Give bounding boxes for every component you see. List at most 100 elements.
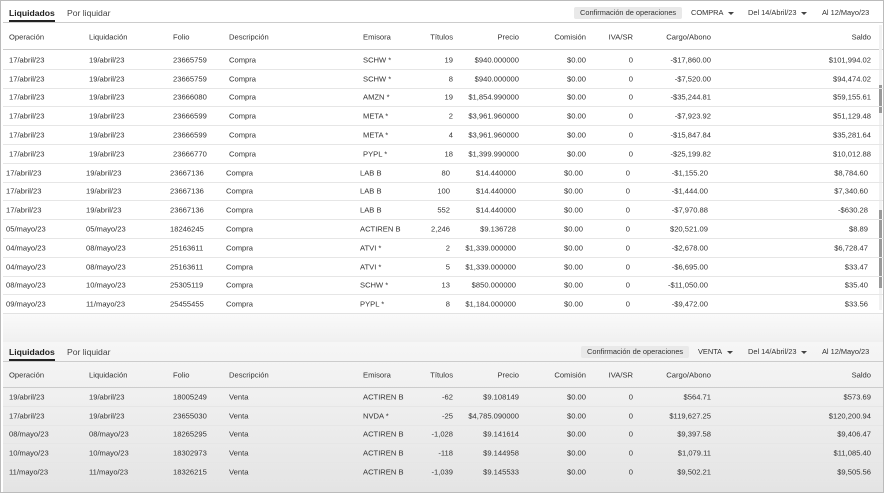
table-row[interactable]: 17/abril/23 19/abril/23 23667136 Compra LAB … [3,201,883,221]
fecha-inicio-value: Del 14/Abril/23 [748,347,797,356]
table-row[interactable]: 05/mayo/23 05/mayo/23 18246245 Compra ACTIRE… [3,220,883,239]
fecha-inicio-dropdown[interactable]: Del 14/Abril/23 [748,346,808,358]
column-header-comision: Comisión [554,370,586,379]
cell-descripcion: Compra [229,130,257,140]
tipo-operacion-dropdown[interactable]: COMPRA [691,7,735,19]
column-header-descripcion: Descripción [229,370,269,379]
cell-folio: 23655030 [173,411,207,421]
cell-precio: $4,785.090000 [468,411,519,421]
tab-bar: Liquidados Por liquidar Confirmación de … [3,342,883,362]
cell-iva-sr: 0 [625,224,630,234]
cell-cargo-abono: -$7,970.88 [671,205,708,215]
table-row[interactable]: 17/abril/23 19/abril/23 23665759 Compra SCHW… [3,51,883,70]
table-row[interactable]: 09/mayo/23 11/mayo/23 25455455 Compra PYPL *… [3,295,883,315]
column-header-saldo: Saldo [851,370,871,379]
table-row[interactable]: 17/abril/23 19/abril/23 23655030 Venta NVDA … [3,407,883,426]
cell-titulos: 18 [444,149,453,159]
tab-liquidados[interactable]: Liquidados [9,347,55,361]
cell-descripcion: Venta [229,448,249,458]
cell-saldo: $35.40 [844,280,868,290]
cell-saldo: $51,129.48 [832,111,871,121]
cell-folio: 18005249 [173,392,207,402]
cell-liquidacion: 10/mayo/23 [86,280,126,290]
table-row[interactable]: 08/mayo/23 10/mayo/23 25305119 Compra SCHW *… [3,277,883,296]
cell-descripcion: Compra [226,299,254,309]
cell-operacion: 19/abril/23 [9,392,45,402]
cell-descripcion: Compra [229,55,257,65]
cell-liquidacion: 19/abril/23 [86,168,122,178]
table-row[interactable]: 17/abril/23 19/abril/23 23667136 Compra LAB … [3,164,883,183]
cell-iva-sr: 0 [628,74,633,84]
cell-liquidacion: 19/abril/23 [89,111,125,121]
cell-folio: 25163611 [170,243,204,253]
cell-saldo: $101,994.02 [828,55,871,65]
tipo-operacion-value: COMPRA [691,8,724,17]
cell-iva-sr: 0 [625,262,630,272]
table-row[interactable]: 17/abril/23 19/abril/23 23665759 Compra SCHW… [3,70,883,89]
cell-descripcion: Compra [229,111,257,121]
cell-titulos: 8 [448,74,453,84]
tab-por-liquidar[interactable]: Por liquidar [67,8,110,18]
cell-comision: $0.00 [566,448,586,458]
cell-saldo: $11,085.40 [833,448,871,458]
cell-saldo: $35,281.64 [832,130,871,140]
fecha-inicio-dropdown[interactable]: Del 14/Abril/23 [748,7,808,19]
cell-folio: 18246245 [170,224,204,234]
fecha-fin-dropdown[interactable]: Al 12/Mayo/23 [822,346,869,358]
tab-bar: Liquidados Por liquidar Confirmación de … [3,3,883,23]
cell-descripcion: Compra [226,168,254,178]
cell-liquidacion: 11/mayo/23 [89,467,129,477]
tab-por-liquidar[interactable]: Por liquidar [67,347,110,357]
cell-cargo-abono: $9,397.58 [677,429,711,439]
cell-operacion: 17/abril/23 [9,149,45,159]
cell-saldo: $8.89 [848,224,868,234]
column-header-operacion: Operación [9,370,45,379]
table-row[interactable]: 10/mayo/23 10/mayo/23 18302973 Venta ACTIREN… [3,444,883,464]
confirmacion-operaciones-button[interactable]: Confirmación de operaciones [574,7,683,19]
table-row[interactable]: 04/mayo/23 08/mayo/23 25163611 Compra ATVI *… [3,239,883,258]
table-row[interactable]: 04/mayo/23 08/mayo/23 25163611 Compra ATVI *… [3,258,883,277]
cell-comision: $0.00 [563,299,583,309]
cell-descripcion: Compra [226,224,254,234]
cell-precio: $14.440000 [475,205,516,215]
cell-titulos: 100 [437,186,450,196]
table-row[interactable]: 11/mayo/23 11/mayo/23 18326215 Venta ACTIREN… [3,463,883,482]
cell-comision: $0.00 [566,92,586,102]
cell-folio: 23666599 [173,111,207,121]
table-row[interactable]: 17/abril/23 19/abril/23 23667136 Compra LAB … [3,183,883,202]
cell-liquidacion: 19/abril/23 [89,74,125,84]
cell-iva-sr: 0 [625,168,630,178]
cell-comision: $0.00 [563,205,583,215]
table-row[interactable]: 17/abril/23 19/abril/23 23666080 Compra AMZN… [3,89,883,108]
tipo-operacion-dropdown[interactable]: VENTA [698,346,734,358]
cell-comision: $0.00 [566,392,586,402]
table-row[interactable]: 08/mayo/23 08/mayo/23 18265295 Venta ACTIREN… [3,426,883,445]
table-row[interactable]: 17/abril/23 19/abril/23 23666599 Compra META… [3,126,883,145]
cell-comision: $0.00 [566,111,586,121]
cell-saldo: $6,728.47 [834,243,868,253]
cell-descripcion: Compra [226,243,254,253]
table-row[interactable]: 17/abril/23 19/abril/23 23666599 Compra META… [3,107,883,127]
cell-comision: $0.00 [566,130,586,140]
confirmacion-operaciones-button[interactable]: Confirmación de operaciones [581,346,690,358]
chevron-down-icon [728,11,735,15]
cell-comision: $0.00 [566,55,586,65]
cell-precio: $9.145533 [483,467,519,477]
cell-cargo-abono: -$1,155.20 [671,168,708,178]
column-header-operacion: Operación [9,32,45,41]
cell-cargo-abono: -$15,847.84 [670,130,711,140]
table-row[interactable]: 19/abril/23 19/abril/23 18005249 Venta ACTIR… [3,388,883,407]
cell-cargo-abono: $9,502.21 [677,467,711,477]
cell-operacion: 11/mayo/23 [9,467,49,477]
cell-titulos: 80 [441,168,450,178]
cell-saldo: $9,406.47 [837,429,871,439]
column-header-liquidacion: Liquidación [89,370,128,379]
column-header-titulos: Títulos [430,370,453,379]
cell-titulos: 13 [441,280,450,290]
cell-operacion: 17/abril/23 [9,130,45,140]
cell-folio: 23665759 [173,74,207,84]
fecha-fin-dropdown[interactable]: Al 12/Mayo/23 [822,7,869,19]
table-row[interactable]: 17/abril/23 19/abril/23 23666770 Compra PYPL… [3,145,883,164]
tab-liquidados[interactable]: Liquidados [9,8,55,22]
cell-liquidacion: 19/abril/23 [86,205,122,215]
